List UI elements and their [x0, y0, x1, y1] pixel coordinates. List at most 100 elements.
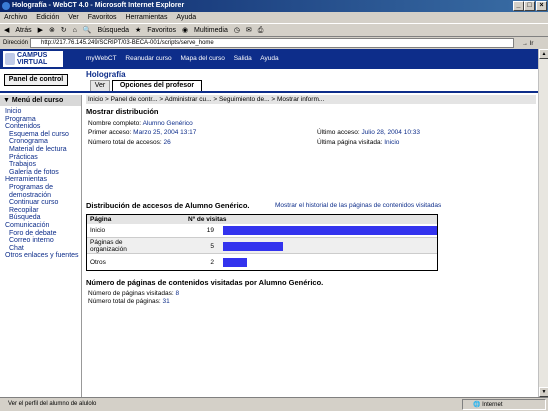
course-menu-header[interactable]: ▼ Menú del curso — [0, 95, 81, 106]
sidebar-item[interactable]: Inicio — [0, 108, 81, 116]
sidebar-item[interactable]: Continuar curso — [0, 199, 81, 207]
sidebar-item[interactable]: Trabajos — [0, 161, 81, 169]
menu-edicion[interactable]: Edición — [36, 14, 59, 21]
favorites-button[interactable]: ★ Favoritos — [135, 27, 176, 34]
table-row: Páginas de organización 5 — [87, 237, 437, 254]
window-titlebar: Holografía - WebCT 4.0 - Microsoft Inter… — [0, 0, 548, 12]
maximize-button[interactable]: □ — [524, 1, 535, 11]
sidebar-item[interactable]: Galería de fotos — [0, 169, 81, 177]
status-bar: Ver el perfil del alumno de alulolo 🌐 In… — [0, 397, 548, 411]
history-icon[interactable]: ◷ — [234, 27, 240, 34]
course-menu-sidebar: ▼ Menú del curso Inicio Programa Contenido… — [0, 95, 82, 397]
stop-icon[interactable]: ⊗ — [49, 27, 55, 34]
access-distribution-table: Página Nº de visitas Inicio 19 Páginas d… — [86, 214, 438, 271]
last-access-row: Último acceso: Julio 28, 2004 10:33 — [317, 129, 420, 136]
course-header: Panel de control Holografía Ver Opciones… — [0, 69, 538, 93]
sidebar-item[interactable]: Búsqueda — [0, 214, 81, 222]
sidebar-item[interactable]: Prácticas — [0, 154, 81, 162]
pages-total-row: Número total de páginas: 31 — [88, 298, 170, 305]
sidebar-item[interactable]: Cronograma — [0, 138, 81, 146]
page-viewport: CAMPUS VIRTUAL myWebCT Reanudar curso Ma… — [0, 49, 538, 397]
full-name-row: Nombre completo: Alumno Genérico — [88, 120, 193, 127]
refresh-icon[interactable]: ↻ — [61, 27, 67, 34]
row-visits: 2 — [210, 259, 214, 266]
back-button[interactable]: ◀ Atrás — [4, 27, 32, 34]
nav-mywebct[interactable]: myWebCT — [86, 55, 117, 62]
menu-favoritos[interactable]: Favoritos — [88, 14, 117, 21]
forward-button[interactable]: ▶ — [38, 27, 43, 34]
breadcrumb[interactable]: Inicio > Panel de contr... > Administrar… — [86, 95, 536, 104]
scroll-up-icon[interactable]: ▲ — [539, 49, 548, 59]
nav-ayuda[interactable]: Ayuda — [260, 55, 278, 62]
security-zone: 🌐 Internet — [462, 399, 546, 410]
sidebar-item[interactable]: Esquema del curso — [0, 131, 81, 139]
row-page: Inicio — [90, 227, 106, 234]
close-button[interactable]: × — [536, 1, 547, 11]
menu-ayuda[interactable]: Ayuda — [176, 14, 196, 21]
history-link[interactable]: Mostrar el historial de las páginas de c… — [275, 202, 441, 209]
sidebar-item[interactable]: Otros enlaces y fuentes — [0, 252, 81, 260]
total-access-row: Número total de accesos: 26 — [88, 139, 171, 146]
nav-salida[interactable]: Salida — [234, 55, 252, 62]
menu-archivo[interactable]: Archivo — [4, 14, 27, 21]
menu-bar: Archivo Edición Ver Favoritos Herramient… — [0, 12, 548, 23]
search-button[interactable]: 🔍 Búsqueda — [83, 27, 129, 34]
full-name-link[interactable]: Alumno Genérico — [143, 120, 193, 127]
sidebar-item[interactable]: Material de lectura — [0, 146, 81, 154]
logo-mark-icon — [5, 53, 15, 65]
menu-herramientas[interactable]: Herramientas — [125, 14, 167, 21]
sidebar-item[interactable]: Correo interno — [0, 237, 81, 245]
vertical-scrollbar[interactable]: ▲ ▼ — [538, 49, 548, 397]
print-icon[interactable]: ⎙ — [258, 27, 264, 34]
address-label: Dirección — [3, 40, 29, 46]
course-title: Holografía — [86, 70, 126, 79]
sidebar-item[interactable]: Comunicación — [0, 222, 81, 230]
home-icon[interactable]: ⌂ — [73, 27, 77, 34]
campus-virtual-logo: CAMPUS VIRTUAL — [3, 51, 63, 67]
menu-ver[interactable]: Ver — [68, 14, 79, 21]
top-nav: myWebCT Reanudar curso Mapa del curso Sa… — [86, 49, 286, 69]
table-row: Inicio 19 — [87, 225, 437, 236]
tab-ver[interactable]: Ver — [90, 80, 110, 91]
last-page-link[interactable]: Inicio — [384, 139, 399, 146]
visits-bar — [223, 226, 437, 235]
minimize-button[interactable]: _ — [513, 1, 524, 11]
sidebar-item[interactable]: Chat — [0, 245, 81, 253]
row-visits: 5 — [210, 243, 214, 250]
sidebar-item[interactable]: Herramientas — [0, 176, 81, 184]
sidebar-item[interactable]: Recopilar — [0, 207, 81, 215]
row-page: Otros — [90, 259, 106, 266]
row-page: Páginas de organización — [90, 239, 127, 253]
scroll-down-icon[interactable]: ▼ — [539, 387, 548, 397]
window-title: Holografía - WebCT 4.0 - Microsoft Inter… — [12, 2, 185, 9]
distribution-heading: Distribución de accesos de Alumno Genéri… — [86, 201, 250, 210]
details-heading: Mostrar distribución — [86, 107, 159, 116]
sidebar-item[interactable]: Contenidos — [0, 123, 81, 131]
panel-de-control-button[interactable]: Panel de control — [4, 74, 68, 86]
pages-visited-row: Número de páginas visitadas: 8 — [88, 290, 180, 297]
main-content: Inicio > Panel de contr... > Administrar… — [86, 95, 536, 397]
ie-icon — [2, 2, 10, 10]
webct-header: CAMPUS VIRTUAL myWebCT Reanudar curso Ma… — [0, 49, 538, 69]
visits-bar — [223, 258, 247, 267]
last-page-row: Última página visitada: Inicio — [317, 139, 400, 146]
table-header: Página Nº de visitas — [87, 215, 437, 224]
sidebar-item[interactable]: Foro de debate — [0, 230, 81, 238]
content-pages-heading: Número de páginas de contenidos visitada… — [86, 278, 324, 287]
nav-mapa-curso[interactable]: Mapa del curso — [180, 55, 224, 62]
sidebar-item[interactable]: Programas de demostración — [0, 184, 81, 199]
tab-opciones-profesor[interactable]: Opciones del profesor — [112, 80, 202, 91]
mail-icon[interactable]: ✉ — [246, 27, 252, 34]
row-visits: 19 — [206, 227, 214, 234]
nav-reanudar-curso[interactable]: Reanudar curso — [125, 55, 171, 62]
address-bar: Dirección http://217.76.145.249/SCRIPT/0… — [0, 37, 548, 49]
first-access-row: Primer acceso: Marzo 25, 2004 13:17 — [88, 129, 197, 136]
address-input[interactable]: http://217.76.145.249/SCRIPT/03-BECA-001… — [30, 38, 514, 48]
toolbar: ◀ Atrás ▶ ⊗ ↻ ⌂ 🔍 Búsqueda ★ Favoritos ◉… — [0, 23, 548, 37]
visits-bar — [223, 242, 283, 251]
table-row: Otros 2 — [87, 257, 437, 268]
col-page-header: Página — [90, 216, 112, 223]
multimedia-button[interactable]: ◉ Multimedia — [182, 27, 228, 34]
sidebar-item[interactable]: Programa — [0, 116, 81, 124]
status-text: Ver el perfil del alumno de alulolo — [8, 401, 97, 407]
